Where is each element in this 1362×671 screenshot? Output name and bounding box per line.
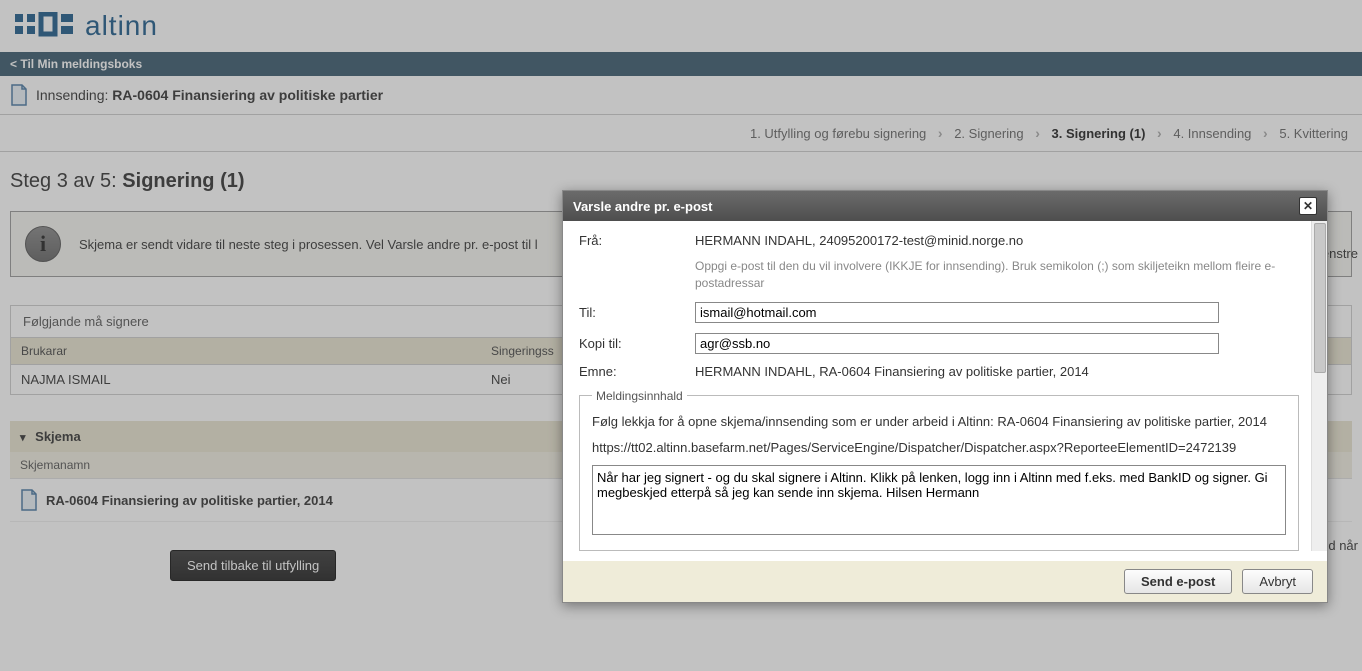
send-email-button[interactable]: Send e-post — [1124, 569, 1232, 594]
email-modal: Varsle andre pr. e-post ✕ Frå: HERMANN I… — [562, 190, 1328, 603]
modal-title: Varsle andre pr. e-post — [573, 199, 712, 214]
message-textarea[interactable] — [592, 465, 1286, 535]
subject-label: Emne: — [579, 364, 695, 379]
from-value: HERMANN INDAHL, 24095200172-test@minid.n… — [695, 233, 1023, 248]
cancel-button[interactable]: Avbryt — [1242, 569, 1313, 594]
message-legend: Meldingsinnhald — [592, 389, 687, 403]
to-input[interactable] — [695, 302, 1219, 323]
message-fieldset: Meldingsinnhald Følg lekkja for å opne s… — [579, 389, 1299, 551]
cc-input[interactable] — [695, 333, 1219, 354]
cc-label: Kopi til: — [579, 336, 695, 351]
message-link: https://tt02.altinn.basefarm.net/Pages/S… — [592, 439, 1286, 457]
close-icon[interactable]: ✕ — [1299, 197, 1317, 215]
subject-value: HERMANN INDAHL, RA-0604 Finansiering av … — [695, 364, 1089, 379]
scrollbar[interactable] — [1311, 221, 1327, 551]
helper-text: Oppgi e-post til den du vil involvere (I… — [695, 258, 1299, 292]
modal-header: Varsle andre pr. e-post ✕ — [563, 191, 1327, 221]
scroll-thumb[interactable] — [1314, 223, 1326, 373]
from-label: Frå: — [579, 233, 695, 248]
message-line1: Følg lekkja for å opne skjema/innsending… — [592, 413, 1286, 431]
to-label: Til: — [579, 305, 695, 320]
modal-footer: Send e-post Avbryt — [563, 561, 1327, 602]
